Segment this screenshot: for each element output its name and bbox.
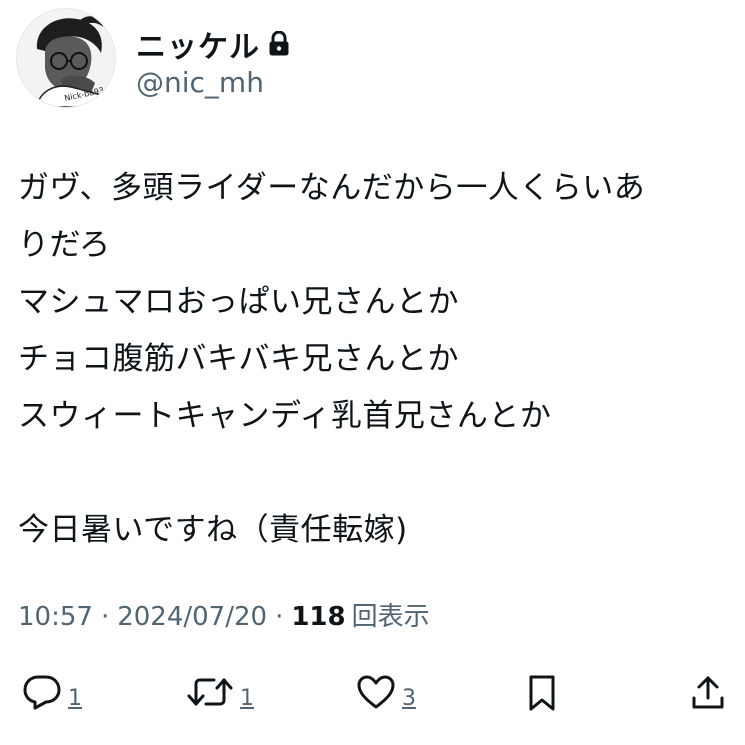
reply-count: 1: [68, 686, 82, 711]
bookmark-button[interactable]: [526, 674, 558, 712]
tweet-text: ガヴ、多頭ライダーなんだから一人くらいあ りだろ マシュマロおっぱい兄さんとか …: [18, 160, 733, 559]
share-icon: [692, 676, 724, 709]
meta-separator: ·: [100, 602, 110, 632]
reply-button[interactable]: 1: [22, 674, 82, 710]
tweet-line: マシュマロおっぱい兄さんとか: [18, 284, 459, 320]
tweet-line: りだろ: [18, 227, 111, 263]
tweet-line: 今日暑いですね（責任転嫁): [18, 512, 408, 548]
retweet-icon: [187, 678, 233, 706]
reply-icon: [23, 675, 61, 710]
tweet-time[interactable]: 10:57: [18, 602, 93, 632]
views-label: 回表示: [351, 602, 430, 632]
lock-icon: [269, 31, 289, 56]
meta-separator: ·: [275, 602, 284, 632]
avatar-illustration: Nick-ba93: [17, 9, 115, 107]
like-button[interactable]: 3: [356, 674, 416, 710]
retweet-count: 1: [240, 686, 254, 711]
tweet-line: スウィートキャンディ乳首兄さんとか: [18, 398, 552, 434]
display-name[interactable]: ニッケル: [136, 22, 260, 66]
action-bar: 1 1 3: [0, 660, 745, 730]
bookmark-icon: [529, 675, 555, 711]
like-count: 3: [402, 686, 416, 711]
views-count[interactable]: 118: [291, 602, 345, 632]
tweet-header: Nick-ba93 ニッケル @nic_mh: [16, 8, 716, 108]
heart-icon: [357, 675, 395, 709]
share-button[interactable]: [690, 674, 726, 712]
tweet-date[interactable]: 2024/07/20: [117, 602, 267, 632]
tweet-line: チョコ腹筋バキバキ兄さんとか: [18, 341, 459, 377]
tweet-meta: 10:57 · 2024/07/20 · 118 回表示: [18, 596, 430, 633]
retweet-button[interactable]: 1: [186, 674, 254, 710]
user-handle[interactable]: @nic_mh: [136, 66, 264, 99]
tweet-line: ガヴ、多頭ライダーなんだから一人くらいあ: [18, 170, 646, 206]
avatar[interactable]: Nick-ba93: [16, 8, 116, 108]
name-row: ニッケル: [136, 22, 290, 66]
